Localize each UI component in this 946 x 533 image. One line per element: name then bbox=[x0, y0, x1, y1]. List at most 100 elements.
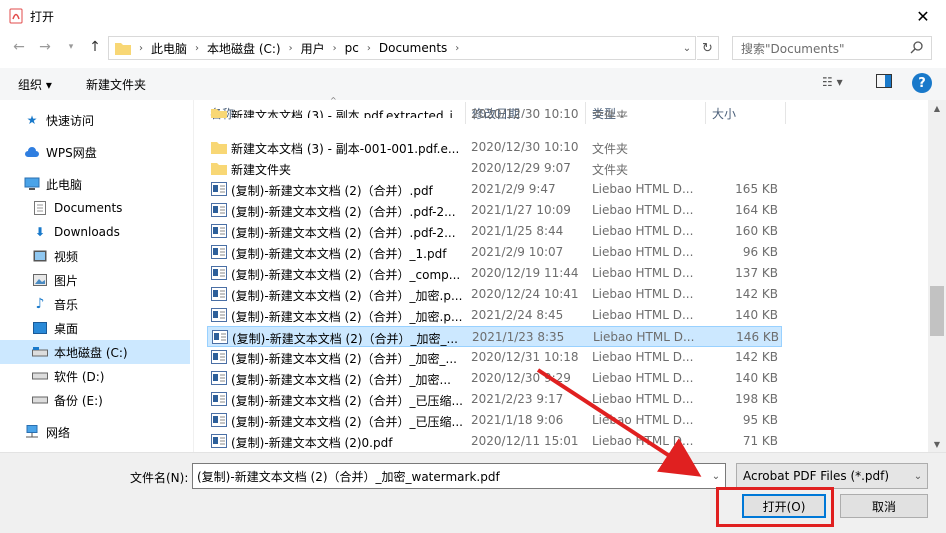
sidebar-item-network[interactable]: 网络 bbox=[24, 420, 70, 444]
sidebar-item-desktop[interactable]: 桌面 bbox=[32, 316, 78, 340]
sidebar-item-wps-cloud[interactable]: WPS网盘 bbox=[24, 140, 97, 164]
sidebar-item-downloads[interactable]: ⬇ Downloads bbox=[32, 220, 120, 244]
organize-menu[interactable]: 组织 ▾ bbox=[18, 76, 52, 93]
sidebar-item-label: 图片 bbox=[54, 273, 79, 288]
file-row[interactable]: (复制)-新建文本文档 (2)（合并）_加密.p... 2021/2/24 8:4… bbox=[207, 305, 782, 326]
scroll-up-icon[interactable]: ▲ bbox=[928, 100, 946, 116]
file-row[interactable]: (复制)-新建文本文档 (2)（合并）_comp... 2020/12/19 11… bbox=[207, 263, 782, 284]
up-arrow-icon[interactable]: ↑ bbox=[84, 36, 106, 58]
file-row[interactable]: (复制)-新建文本文档 (2)（合并）_加密_... 2020/12/31 10:… bbox=[207, 347, 782, 368]
file-row[interactable]: (复制)-新建文本文档 (2)（合并）.pdf-2... 2021/1/27 10… bbox=[207, 200, 782, 221]
scroll-down-icon[interactable]: ▼ bbox=[928, 436, 946, 452]
breadcrumb-item[interactable]: 用户 bbox=[301, 40, 325, 57]
sidebar-item-documents[interactable]: Documents bbox=[32, 196, 122, 220]
address-bar[interactable]: › 此电脑 › 本地磁盘 (C:) › 用户 › pc › Documents … bbox=[108, 36, 696, 60]
search-icon[interactable] bbox=[910, 40, 926, 56]
folder-icon bbox=[211, 140, 227, 154]
file-date: 2021/2/9 10:07 bbox=[471, 245, 564, 259]
file-size: 165 KB bbox=[735, 182, 778, 196]
html-document-icon bbox=[211, 413, 227, 427]
file-size: 140 KB bbox=[735, 308, 778, 322]
html-document-icon bbox=[211, 350, 227, 364]
file-date: 2021/1/25 8:44 bbox=[471, 224, 564, 238]
file-row[interactable]: (复制)-新建文本文档 (2)（合并）_已压缩... 2021/2/23 9:17… bbox=[207, 389, 782, 410]
sidebar-item-drive-e[interactable]: 备份 (E:) bbox=[32, 388, 103, 412]
open-button[interactable]: 打开(O) bbox=[742, 494, 826, 518]
breadcrumb-item[interactable]: 此电脑 bbox=[151, 40, 187, 57]
file-row[interactable]: (复制)-新建文本文档 (2)（合并）_已压缩... 2021/1/18 9:06… bbox=[207, 410, 782, 431]
file-row[interactable]: (复制)-新建文本文档 (2)（合并）.pdf 2021/2/9 9:47 Lieb… bbox=[207, 179, 782, 200]
sidebar-item-this-pc[interactable]: 此电脑 bbox=[24, 172, 82, 196]
html-document-icon bbox=[211, 392, 227, 406]
file-type-select[interactable]: Acrobat PDF Files (*.pdf) bbox=[736, 463, 928, 489]
desktop-icon bbox=[32, 320, 48, 336]
file-row[interactable]: (复制)-新建文本文档 (2)（合并）.pdf-2... 2021/1/25 8:… bbox=[207, 221, 782, 242]
file-size: 95 KB bbox=[742, 413, 778, 427]
preview-pane-icon[interactable] bbox=[876, 74, 896, 92]
file-row[interactable]: 新建文件夹 2020/12/29 9:07 文件夹 bbox=[207, 158, 782, 179]
picture-icon bbox=[32, 272, 48, 288]
breadcrumb-item[interactable]: Documents bbox=[379, 41, 447, 55]
breadcrumb-item[interactable]: pc bbox=[345, 41, 359, 55]
address-dropdown-icon[interactable]: ⌄ bbox=[678, 37, 696, 59]
documents-icon bbox=[32, 200, 48, 216]
breadcrumb-separator-icon: › bbox=[288, 42, 293, 54]
drive-icon bbox=[32, 368, 48, 384]
chevron-down-icon[interactable]: ⌄ bbox=[708, 466, 724, 486]
file-size: 71 KB bbox=[742, 434, 778, 448]
file-row[interactable]: (复制)-新建文本文档 (2)（合并）_加密... 2020/12/30 9:29… bbox=[207, 368, 782, 389]
file-size: 142 KB bbox=[735, 350, 778, 364]
sidebar-item-label: 桌面 bbox=[54, 321, 79, 336]
download-icon: ⬇ bbox=[34, 225, 46, 239]
sidebar-item-local-disk-c[interactable]: 本地磁盘 (C:) bbox=[0, 340, 190, 364]
sidebar-item-music[interactable]: ♪ 音乐 bbox=[32, 292, 78, 316]
file-date: 2020/12/19 11:44 bbox=[471, 266, 579, 280]
file-name: (复制)-新建文本文档 (2)0.pdf bbox=[231, 436, 393, 450]
chevron-down-icon[interactable]: ⌄ bbox=[910, 466, 926, 486]
html-document-icon bbox=[211, 434, 227, 448]
file-date: 2021/2/24 8:45 bbox=[471, 308, 564, 322]
sidebar-item-label: 网络 bbox=[46, 425, 71, 440]
view-options-icon[interactable]: ☷ ▾ bbox=[822, 75, 862, 93]
help-icon[interactable]: ? bbox=[912, 73, 932, 93]
window-title: 打开 bbox=[30, 10, 55, 24]
html-document-icon bbox=[211, 308, 227, 322]
file-name: (复制)-新建文本文档 (2)（合并）_加密_... bbox=[232, 332, 458, 346]
close-button[interactable]: ✕ bbox=[900, 0, 946, 32]
sidebar-item-quick-access[interactable]: ★ 快速访问 bbox=[24, 108, 94, 132]
cancel-button[interactable]: 取消 bbox=[840, 494, 928, 518]
new-folder-button[interactable]: 新建文件夹 bbox=[86, 76, 146, 93]
file-row[interactable]: (复制)-新建文本文档 (2)0.pdf 2020/12/11 15:01 Lieb… bbox=[207, 431, 782, 452]
sidebar-item-drive-d[interactable]: 软件 (D:) bbox=[32, 364, 104, 388]
sidebar-item-videos[interactable]: 视频 bbox=[32, 244, 78, 268]
filename-label: 文件名(N): bbox=[130, 471, 189, 485]
file-row[interactable]: (复制)-新建文本文档 (2)（合并）_1.pdf 2021/2/9 10:07 L… bbox=[207, 242, 782, 263]
file-name: (复制)-新建文本文档 (2)（合并）_加密.p... bbox=[231, 289, 463, 303]
html-document-icon bbox=[211, 245, 227, 259]
vertical-scrollbar[interactable] bbox=[928, 100, 946, 452]
breadcrumb-item[interactable]: 本地磁盘 (C:) bbox=[207, 40, 281, 57]
recent-locations-chevron-icon[interactable]: ▾ bbox=[60, 36, 82, 58]
file-row[interactable]: 新建文本文档 (3) - 副本-001-001.pdf.e... 2020/12/… bbox=[207, 137, 782, 158]
sidebar-item-label: Documents bbox=[54, 201, 123, 215]
search-input[interactable]: 搜索"Documents" bbox=[732, 36, 932, 60]
sidebar-item-pictures[interactable]: 图片 bbox=[32, 268, 78, 292]
refresh-icon[interactable]: ↻ bbox=[697, 36, 719, 60]
file-row[interactable]: (复制)-新建文本文档 (2)（合并）_加密.p... 2020/12/24 10… bbox=[207, 284, 782, 305]
sidebar-item-label: WPS网盘 bbox=[46, 145, 97, 160]
file-row[interactable]: 新建文本文档 (3) - 副本.pdf.extracted_i... 2020/1… bbox=[207, 104, 782, 118]
filename-input[interactable]: (复制)-新建文本文档 (2)（合并）_加密_watermark.pdf bbox=[192, 463, 726, 489]
file-type: Liebao HTML D... bbox=[592, 287, 694, 301]
file-size: 96 KB bbox=[742, 245, 778, 259]
html-document-icon bbox=[211, 203, 227, 217]
file-type: Liebao HTML D... bbox=[592, 434, 694, 448]
html-document-icon bbox=[212, 330, 228, 344]
file-row[interactable]: (复制)-新建文本文档 (2)（合并）_加密_... 2021/1/23 8:35… bbox=[207, 326, 782, 347]
navigation-pane: ★ 快速访问 WPS网盘 此电脑 Documents ⬇ Downloads 视… bbox=[0, 100, 192, 452]
file-date: 2020/12/24 10:41 bbox=[471, 287, 579, 301]
forward-arrow-icon[interactable]: → bbox=[34, 36, 56, 58]
file-type: Liebao HTML D... bbox=[592, 182, 694, 196]
back-arrow-icon[interactable]: ← bbox=[8, 36, 30, 58]
scrollbar-thumb[interactable] bbox=[930, 286, 944, 336]
file-date: 2020/12/11 15:01 bbox=[471, 434, 579, 448]
